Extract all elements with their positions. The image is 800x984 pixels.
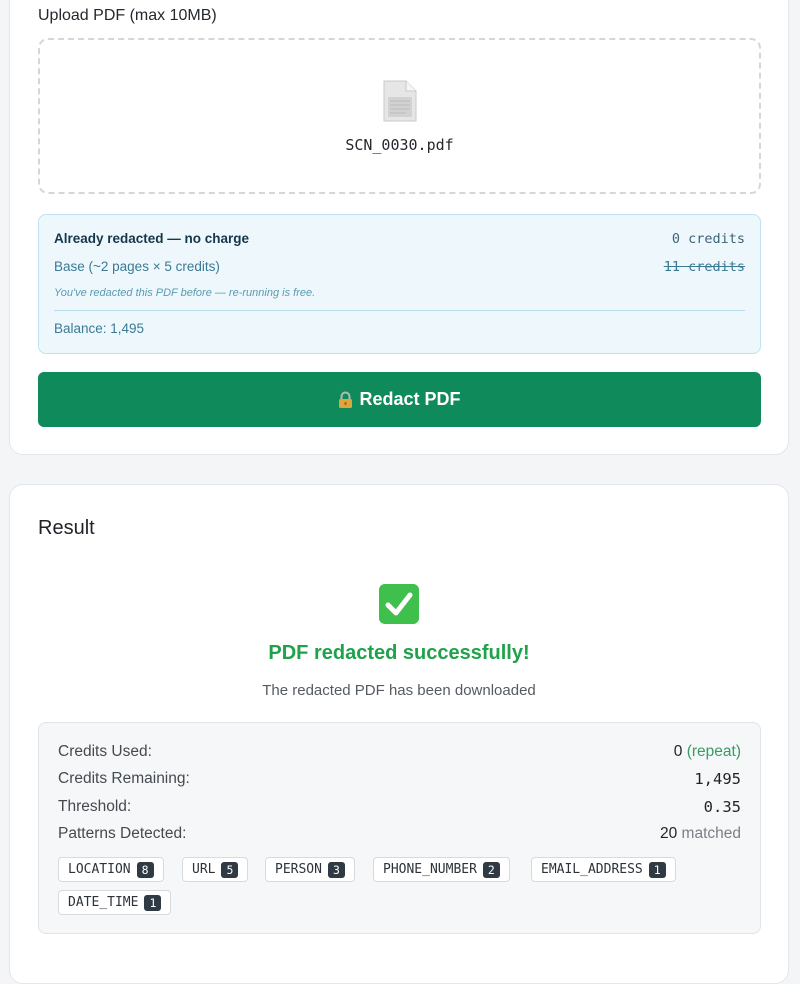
divider: [54, 310, 745, 311]
stat-value: 1,495: [694, 770, 741, 788]
pattern-tag: PHONE_NUMBER 2: [373, 857, 510, 882]
pattern-tag: LOCATION 8: [58, 857, 164, 882]
pattern-tag: DATE_TIME 1: [58, 890, 172, 915]
repeat-note: You've redacted this PDF before — re-run…: [54, 287, 316, 299]
stat-credits-used: Credits Used: 0 (repeat): [58, 743, 741, 765]
result-title: Result: [38, 517, 95, 539]
base-value: 11 credits: [663, 259, 745, 275]
stats-panel: Credits Used: 0 (repeat) Credits Remaini…: [38, 722, 761, 934]
stat-value: 20 matched: [660, 825, 741, 843]
stat-label: Threshold:: [58, 798, 132, 815]
tag-count: 8: [136, 861, 154, 878]
tag-count: 1: [144, 894, 162, 911]
base-label: Base (~2 pages × 5 credits): [54, 259, 220, 274]
patterns-suffix: matched: [681, 825, 741, 842]
stat-value: 0.35: [703, 798, 741, 816]
redact-pdf-button[interactable]: Redact PDF: [38, 372, 761, 427]
tag-count: 2: [482, 861, 500, 878]
tag-name: PERSON: [275, 862, 322, 877]
credits-used-value: 0: [673, 743, 683, 760]
pattern-tag: URL 5: [182, 857, 249, 882]
stat-label: Patterns Detected:: [58, 825, 187, 842]
charge-label: Already redacted — no charge: [54, 231, 250, 246]
lock-icon: [339, 391, 353, 408]
pattern-tag: EMAIL_ADDRESS 1: [531, 857, 676, 882]
file-name: SCN_0030.pdf: [345, 136, 454, 154]
tag-count: 1: [648, 861, 666, 878]
success-title: PDF redacted successfully!: [268, 642, 530, 664]
document-icon: [383, 80, 417, 122]
stat-value: 0 (repeat): [674, 743, 741, 761]
tag-count: 3: [327, 861, 345, 878]
pattern-tag: PERSON 3: [265, 857, 355, 882]
tag-name: DATE_TIME: [68, 895, 139, 910]
check-mark-icon: [379, 584, 419, 624]
stat-credits-remaining: Credits Remaining: 1,495: [58, 770, 741, 792]
stat-label: Credits Used:: [58, 743, 152, 760]
patterns-count: 20: [659, 825, 678, 842]
stat-threshold: Threshold: 0.35: [58, 798, 741, 820]
charge-value: 0 credits: [671, 231, 745, 247]
pdf-dropzone[interactable]: SCN_0030.pdf: [38, 38, 761, 194]
success-subtitle: The redacted PDF has been downloaded: [262, 682, 536, 699]
tag-name: EMAIL_ADDRESS: [541, 862, 643, 877]
repeat-tag: (repeat): [686, 743, 741, 760]
tag-count: 5: [221, 861, 239, 878]
result-card: Result PDF redacted successfully! The re…: [9, 484, 789, 984]
balance-text: Balance: 1,495: [54, 321, 145, 336]
stat-patterns: Patterns Detected: 20 matched: [58, 825, 741, 847]
upload-card: Upload PDF (max 10MB) SCN_0030.pdf Alrea…: [9, 0, 789, 455]
tag-name: LOCATION: [68, 862, 131, 877]
stat-label: Credits Remaining:: [58, 770, 190, 787]
redact-button-label: Redact PDF: [359, 389, 461, 409]
upload-label: Upload PDF (max 10MB): [38, 7, 217, 24]
tag-name: URL: [192, 862, 216, 877]
tag-name: PHONE_NUMBER: [383, 862, 477, 877]
cost-summary: Already redacted — no charge 0 credits B…: [38, 214, 761, 354]
